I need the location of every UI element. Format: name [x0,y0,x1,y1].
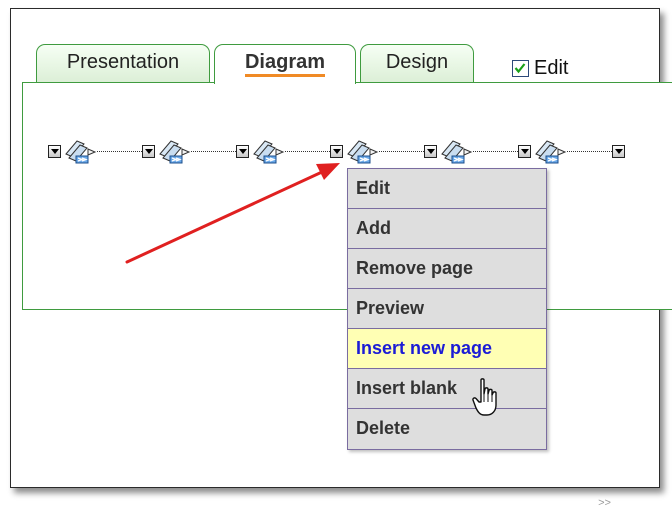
menu-item-delete[interactable]: Delete [348,409,546,449]
tab-diagram[interactable]: Diagram [214,44,356,84]
edit-toggle-label: Edit [534,57,569,79]
tab-design-label: Design [385,51,449,73]
edit-toggle[interactable]: Edit [512,57,568,80]
node-dropdown-2[interactable] [142,145,155,158]
hand-pointer-icon [472,378,497,416]
page-flow-icon[interactable] [63,138,99,166]
flow-connector [379,151,424,152]
menu-item-edit[interactable]: Edit [348,169,546,209]
context-menu: Edit Add Remove page Preview Insert new … [347,168,547,450]
page-flow-diagram [36,138,672,166]
page-flow-icon[interactable] [157,138,193,166]
node-dropdown-4[interactable] [330,145,343,158]
tab-diagram-label: Diagram [244,51,326,77]
checkmark-icon [514,63,526,74]
page-flow-icon[interactable] [439,138,475,166]
tab-design[interactable]: Design [360,44,474,82]
node-dropdown-1[interactable] [48,145,61,158]
flow-connector [285,151,330,152]
node-dropdown-6[interactable] [518,145,531,158]
page-flow-icon[interactable] [345,138,381,166]
menu-item-remove-page[interactable]: Remove page [348,249,546,289]
watermark: >> [598,497,611,509]
menu-item-preview[interactable]: Preview [348,289,546,329]
menu-item-insert-blank[interactable]: Insert blank [348,369,546,409]
node-dropdown-7[interactable] [612,145,625,158]
tab-presentation-label: Presentation [66,51,180,73]
menu-item-add[interactable]: Add [348,209,546,249]
flow-connector [97,151,142,152]
menu-item-insert-new-page[interactable]: Insert new page [348,329,546,369]
edit-checkbox[interactable] [512,60,529,77]
node-dropdown-5[interactable] [424,145,437,158]
flow-connector [191,151,236,152]
page-flow-icon[interactable] [533,138,569,166]
flow-connector [567,151,612,152]
tab-presentation[interactable]: Presentation [36,44,210,82]
flow-connector [473,151,518,152]
node-dropdown-3[interactable] [236,145,249,158]
page-flow-icon[interactable] [251,138,287,166]
